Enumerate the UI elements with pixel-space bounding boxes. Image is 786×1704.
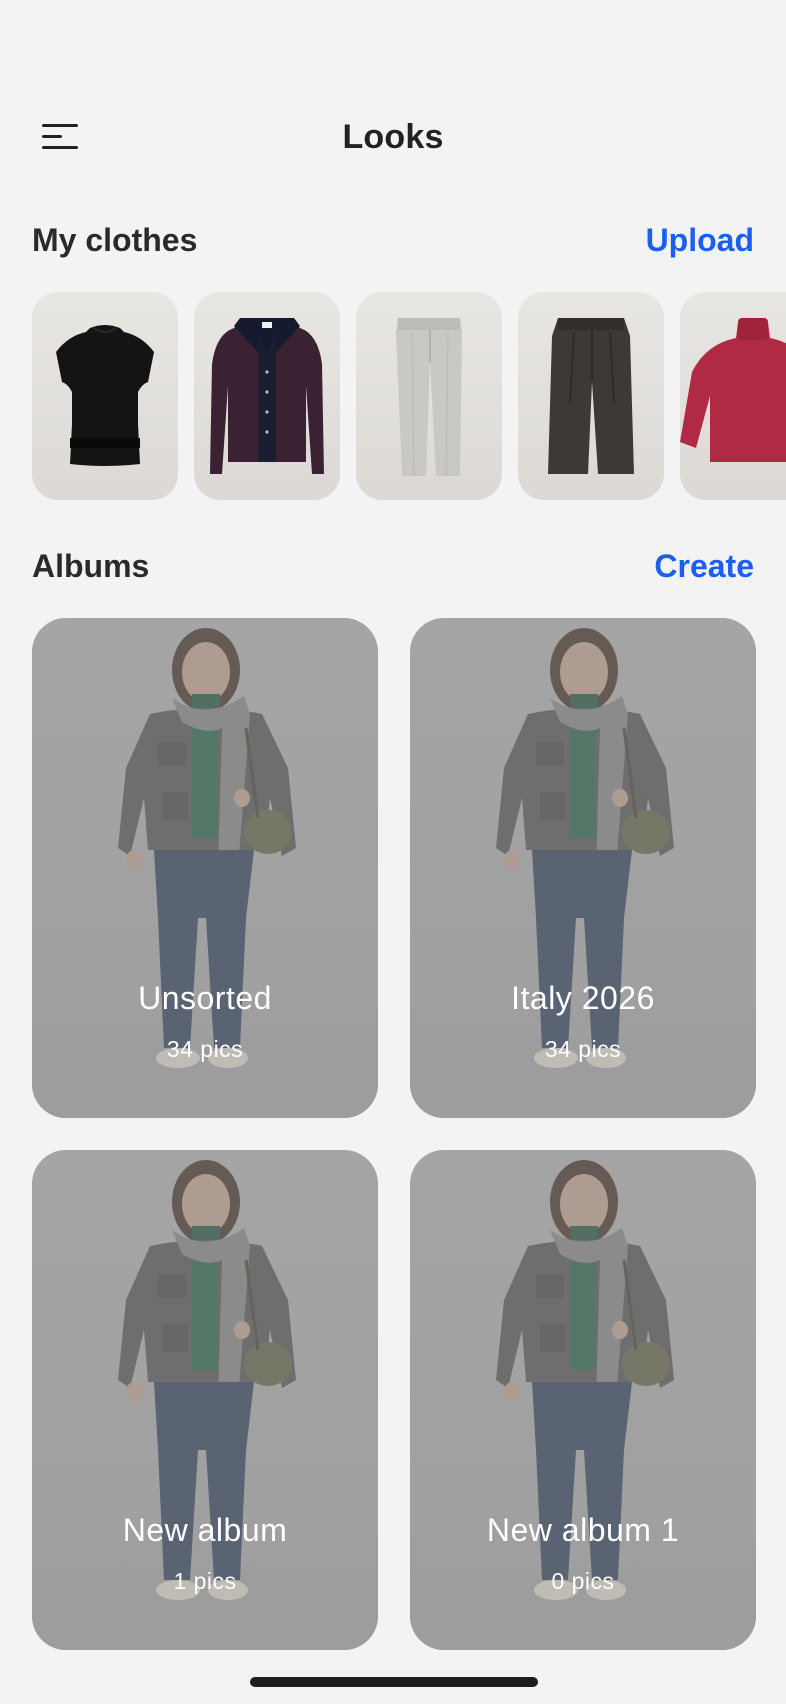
albums-header: Albums Create [32,544,754,588]
album-card[interactable]: Italy 2026 34 pics [410,618,756,1118]
album-name: New album [122,1512,288,1548]
my-clothes-title: My clothes [32,222,198,258]
page-title: Looks [342,118,444,156]
album-count: 1 pics [173,1568,237,1594]
cloth-item-brown-trousers[interactable] [518,292,664,500]
clothes-carousel[interactable] [32,292,786,500]
album-name: Italy 2026 [511,980,655,1016]
create-album-button[interactable]: Create [654,548,754,585]
album-card[interactable]: Unsorted 34 pics [32,618,378,1118]
cloth-item-grey-trousers[interactable] [356,292,502,500]
top-bar: Looks [0,100,786,172]
home-indicator[interactable] [250,1677,538,1687]
album-name: New album 1 [486,1512,680,1548]
looks-screen: Looks My clothes Upload Albums Create Un… [0,0,786,1704]
cloth-item-cardigan[interactable] [194,292,340,500]
upload-button[interactable]: Upload [646,222,754,259]
albums-title: Albums [32,548,150,584]
album-count: 0 pics [551,1568,615,1594]
cloth-item-red-sweater[interactable] [680,292,786,500]
album-card[interactable]: New album 1 0 pics [410,1150,756,1650]
album-name: Unsorted [138,980,272,1016]
my-clothes-header: My clothes Upload [32,218,754,262]
album-count: 34 pics [544,1036,622,1062]
album-count: 34 pics [166,1036,244,1062]
album-card[interactable]: New album 1 pics [32,1150,378,1650]
cloth-item-black-top[interactable] [32,292,178,500]
